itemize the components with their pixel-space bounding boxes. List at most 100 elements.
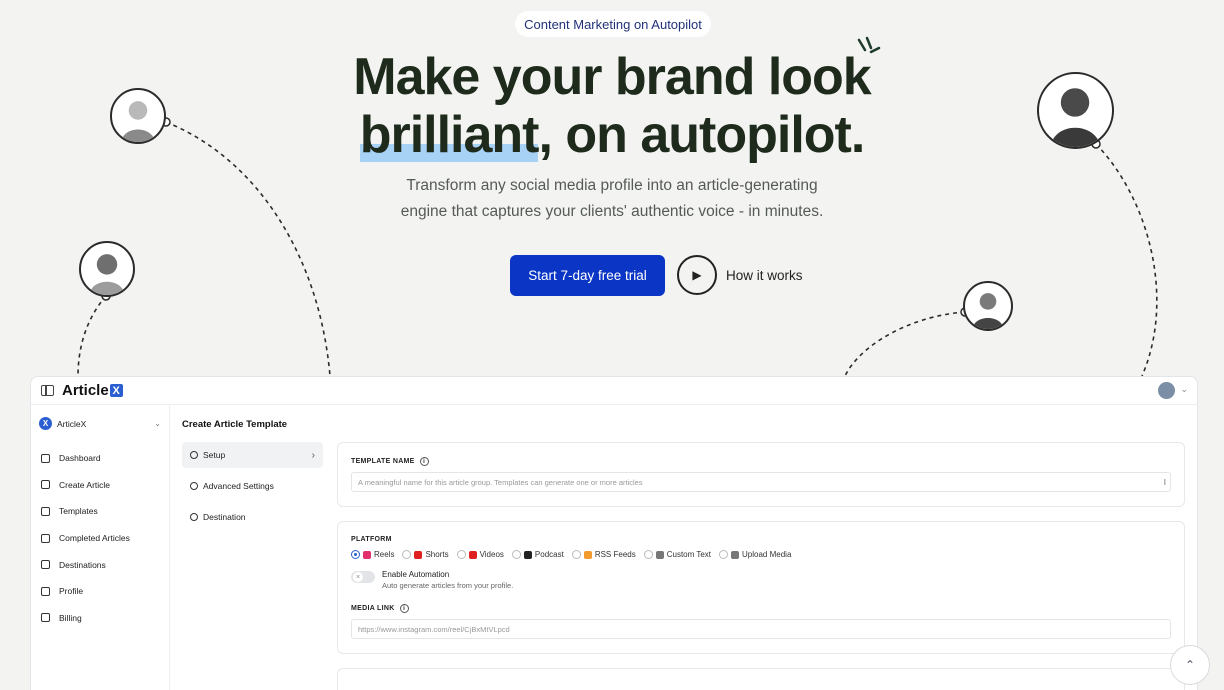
media-link-label: MEDIA LINK i [351,604,1171,613]
hero-subtitle: Transform any social media profile into … [0,173,1224,225]
start-trial-button[interactable]: Start 7-day free trial [510,255,665,296]
platform-option-label: Shorts [425,550,449,559]
sidebar-item-create-article[interactable]: Create Article [39,472,161,499]
radio-button[interactable] [456,550,466,559]
how-it-works-button[interactable]: ▶ How it works [677,255,817,295]
platform-option-shorts[interactable]: Shorts [402,550,449,559]
hero-subtitle-line-2: engine that captures your clients' authe… [400,203,824,220]
document-check-icon [41,533,50,543]
step-setup[interactable]: Setup › [182,442,323,468]
hero-subtitle-line-1: Transform any social media profile into … [406,177,818,194]
workspace-switcher[interactable]: X ArticleX ⌄ [39,417,161,430]
automation-description: Auto generate articles from your profile… [382,581,514,590]
platform-option-reels[interactable]: Reels [351,550,394,559]
info-icon[interactable]: i [419,457,429,466]
destination-icon [41,560,50,570]
template-name-placeholder: A meaningful name for this article group… [358,477,643,487]
platform-option-rss-feeds[interactable]: RSS Feeds [571,550,636,559]
destination-icon [190,513,198,521]
hero-title: Make your brand look brilliant, on autop… [0,48,1224,164]
main-content: Create Article Template Setup › Advanced S… [170,405,1197,690]
automation-toggle[interactable] [351,571,375,583]
radio-button[interactable] [351,550,360,559]
next-section-card [337,668,1185,690]
app-topbar: Article X ⌄ [31,377,1197,405]
platform-icon [583,550,592,559]
testimonial-avatar-4 [963,281,1013,331]
media-link-label-text: MEDIA LINK [351,605,395,612]
scroll-to-top-button[interactable]: ⌃ [1170,645,1210,685]
hero-title-line-2: brilliant, on autopilot. [0,106,1224,164]
platform-options: Reels Shorts Videos Podcast RSS Feeds Custom … [351,550,1171,559]
card-icon [41,613,50,623]
sidebar-item-dashboard[interactable]: Dashboard [39,445,161,472]
platform-icon [468,550,477,559]
sidebar-item-templates[interactable]: Templates [39,498,161,525]
sidebar-item-profile[interactable]: Profile [39,578,161,605]
user-icon [41,586,50,596]
app-sidebar: X ArticleX ⌄ Dashboard Create Article Temp… [31,405,170,690]
template-name-card: TEMPLATE NAME i A meaningful name for th… [337,442,1185,507]
chevron-up-icon: ⌃ [1184,658,1196,672]
sidebar-item-completed-articles[interactable]: Completed Articles [39,525,161,552]
step-advanced-settings[interactable]: Advanced Settings [182,473,323,499]
radio-button[interactable] [402,550,412,559]
media-link-input[interactable]: https://www.instagram.com/reel/CjBxMtVLp… [351,619,1171,639]
workspace-name: ArticleX [57,418,87,429]
app-logo-text: Article [62,382,109,399]
hero-title-line-1: Make your brand look [353,48,871,106]
template-name-input[interactable]: A meaningful name for this article group… [351,472,1171,492]
sidebar-item-billing[interactable]: Billing [39,605,161,632]
info-icon[interactable]: i [399,604,409,613]
step-label: Destination [203,512,246,522]
template-name-label: TEMPLATE NAME i [351,457,1171,466]
sidebar-item-label: Billing [59,612,82,623]
hero-badge: Content Marketing on Autopilot [515,11,711,37]
platform-option-podcast[interactable]: Podcast [511,550,564,559]
workspace-logo-icon: X [39,417,52,430]
step-label: Setup [203,450,226,460]
app-preview-window: Article X ⌄ X ArticleX ⌄ Dashboard Create… [30,376,1198,690]
platform-option-videos[interactable]: Videos [456,550,504,559]
platform-option-label: Podcast [534,550,564,559]
sliders-icon [41,506,50,516]
sidebar-item-label: Create Article [59,479,111,490]
template-name-label-text: TEMPLATE NAME [351,458,415,465]
app-logo-badge: X [109,384,123,397]
app-logo: Article X [62,382,123,399]
sidebar-item-label: Profile [59,586,84,597]
page-title: Create Article Template [182,419,288,430]
sidebar-item-label: Destinations [59,559,106,570]
platform-icon [363,550,371,559]
sidebar-toggle-icon[interactable] [41,385,54,396]
platform-icon [731,550,740,559]
user-avatar[interactable] [1158,382,1175,399]
platform-option-label: Videos [479,550,504,559]
platform-card: PLATFORM Reels Shorts Videos Podcast RSS Fee… [337,521,1185,654]
radio-button[interactable] [643,550,653,559]
platform-option-label: Reels [374,550,395,559]
platform-option-custom-text[interactable]: Custom Text [643,550,711,559]
step-destination[interactable]: Destination [182,504,323,530]
platform-option-upload-media[interactable]: Upload Media [719,550,791,559]
platform-label: PLATFORM [351,536,392,543]
platform-option-label: RSS Feeds [594,550,636,559]
radio-button[interactable] [719,550,729,559]
template-form: TEMPLATE NAME i A meaningful name for th… [337,442,1185,690]
platform-icon [523,550,532,559]
chevron-down-icon: ⌄ [154,419,161,428]
dashboard-icon [41,453,50,463]
sidebar-item-label: Templates [59,506,98,517]
media-link-placeholder: https://www.instagram.com/reel/CjBxMtVLp… [358,624,510,634]
template-steps: Setup › Advanced Settings Destination [182,442,323,690]
chevron-down-icon[interactable]: ⌄ [1180,384,1188,395]
automation-row: Enable Automation Auto generate articles… [351,570,1171,590]
radio-button[interactable] [511,550,521,559]
sidebar-item-label: Completed Articles [59,533,130,544]
radio-button[interactable] [571,550,581,559]
automation-title: Enable Automation [382,570,450,579]
text-cursor-icon: I [1163,478,1166,487]
sidebar-item-destinations[interactable]: Destinations [39,551,161,578]
chevron-right-icon: › [311,449,315,461]
document-icon [41,480,50,490]
